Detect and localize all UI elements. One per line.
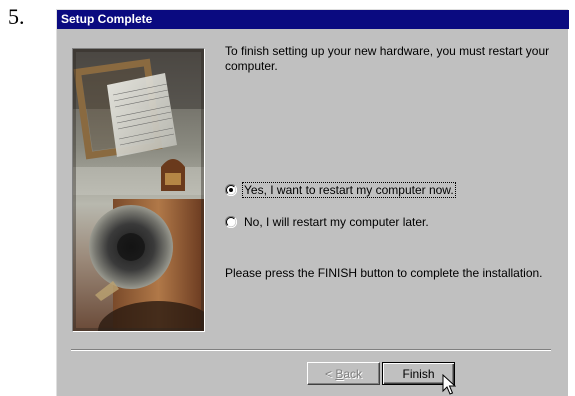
button-separator [71, 349, 551, 351]
back-button-prefix: < [324, 366, 336, 381]
title-bar[interactable]: Setup Complete [57, 10, 569, 29]
radio-selected-icon[interactable] [225, 184, 237, 196]
wizard-artwork [72, 48, 205, 332]
screenshot-page: 5. Setup Complete To finish setting up y… [0, 0, 575, 396]
finish-button[interactable]: Finish [382, 362, 455, 385]
step-number: 5. [8, 4, 25, 29]
back-button[interactable]: < Back [307, 362, 380, 385]
radio-unselected-icon[interactable] [225, 216, 237, 228]
restart-instructions: To finish setting up your new hardware, … [225, 44, 550, 73]
restart-now-option[interactable]: Yes, I want to restart my computer now. [225, 182, 456, 198]
setup-complete-dialog: Setup Complete To finish setting up your… [56, 9, 569, 396]
restart-now-label[interactable]: Yes, I want to restart my computer now. [242, 182, 456, 198]
dialog-title: Setup Complete [61, 12, 153, 26]
back-button-rest: ack [343, 366, 363, 381]
restart-later-option[interactable]: No, I will restart my computer later. [225, 214, 430, 230]
finish-instructions: Please press the FINISH button to comple… [225, 266, 543, 280]
wizard-artwork-image [73, 49, 204, 331]
restart-later-label[interactable]: No, I will restart my computer later. [243, 215, 430, 229]
